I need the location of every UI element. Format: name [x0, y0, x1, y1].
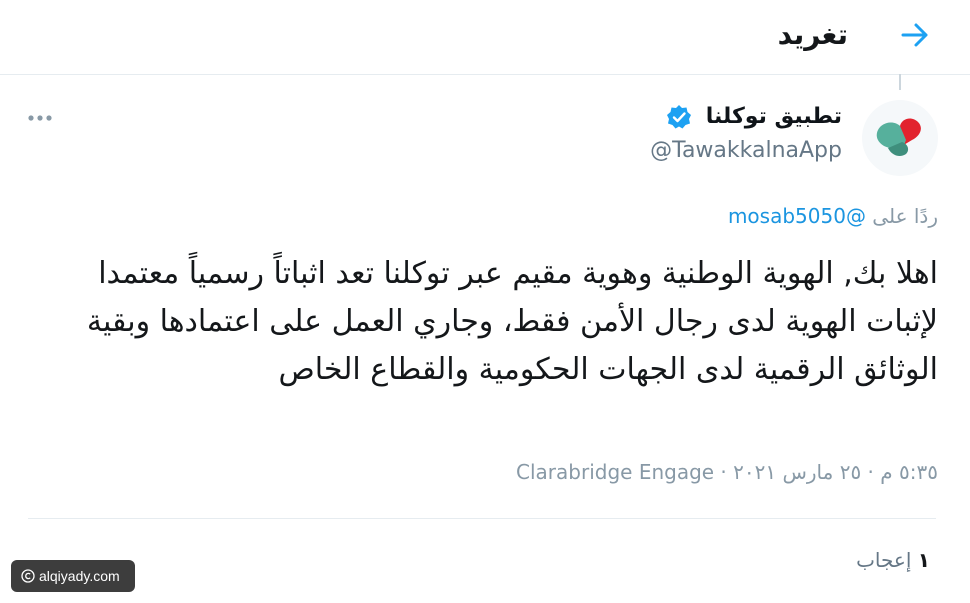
tweet-header: تغريد	[0, 0, 970, 75]
reply-handle-link[interactable]: @mosab5050	[728, 204, 866, 228]
tweet-source[interactable]: Clarabridge Engage	[516, 460, 714, 484]
more-horizontal-icon[interactable]	[24, 104, 56, 132]
meta-separator: ·	[714, 460, 727, 484]
tweet-time[interactable]: ٥:٣٥ م	[880, 460, 938, 484]
thread-connector	[899, 74, 901, 90]
tweet-meta: ٥:٣٥ م · ٢٥ مارس ٢٠٢١ · Clarabridge Enga…	[516, 460, 938, 484]
likes-label: إعجاب	[856, 548, 912, 572]
tweet-text: اهلا بك, الهوية الوطنية وهوية مقيم عبر ت…	[86, 256, 938, 387]
reply-prefix: ردًا على	[872, 204, 938, 228]
likes-stat[interactable]: ١ إعجاب	[856, 548, 930, 572]
page-title: تغريد	[777, 18, 848, 51]
tweet-date[interactable]: ٢٥ مارس ٢٠٢١	[733, 460, 861, 484]
meta-separator: ·	[861, 460, 874, 484]
likes-count: ١	[917, 548, 930, 572]
watermark-text: alqiyady.com	[39, 568, 120, 584]
arrow-right-icon[interactable]	[898, 18, 932, 52]
copyright-icon	[21, 569, 35, 583]
watermark-badge: alqiyady.com	[11, 560, 135, 592]
author-name[interactable]: تطبيق توكلنا	[706, 104, 842, 129]
tawakkalna-logo-icon	[876, 118, 921, 156]
verified-badge-icon	[667, 105, 691, 129]
divider	[28, 518, 936, 519]
reply-context: ردًا على @mosab5050	[728, 204, 938, 228]
author-handle[interactable]: @TawakkalnaApp	[650, 138, 842, 163]
avatar[interactable]	[862, 100, 938, 176]
